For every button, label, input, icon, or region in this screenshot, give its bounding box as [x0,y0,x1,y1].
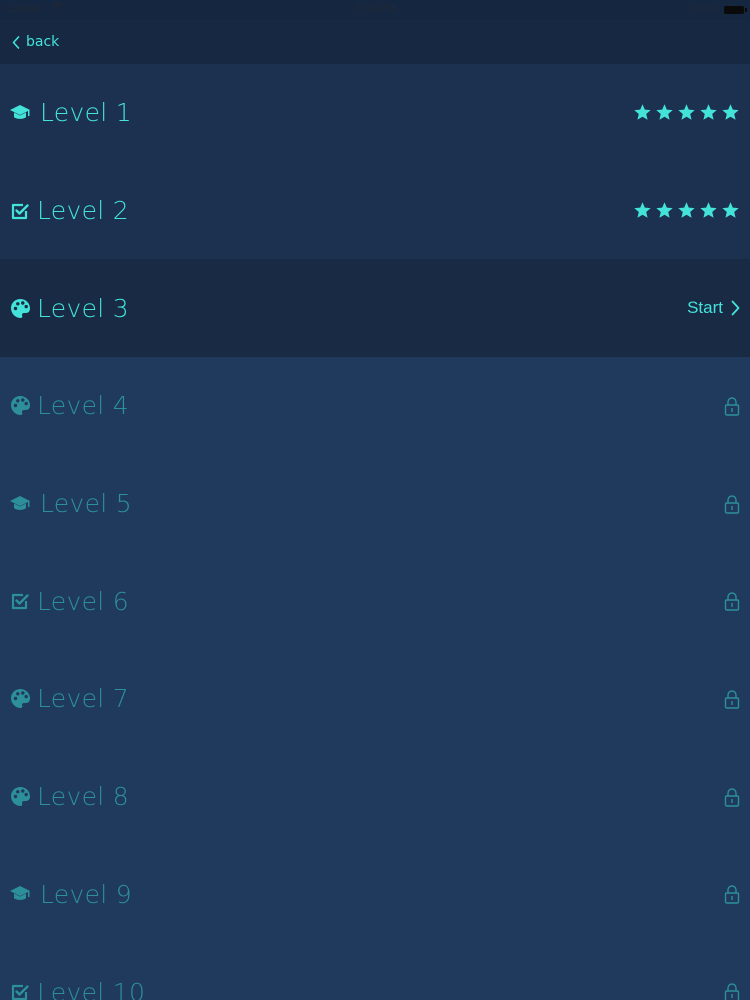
star-icon [633,103,652,122]
level-label: Level 6 [37,586,129,616]
level-label: Level 7 [37,684,129,714]
level-row: Level 4 [0,357,750,455]
star-icon [721,201,740,220]
star-icon [655,103,674,122]
checkbox-icon [9,200,31,222]
star-icon [699,201,718,220]
start-button[interactable]: Start [687,298,740,318]
lock-icon [724,396,740,416]
level-label: Level 3 [37,293,129,323]
star-icon [677,201,696,220]
status-bar: Carrier 7:09 PM 100% [0,0,750,20]
chevron-right-icon [723,300,740,316]
battery-icon [724,6,747,14]
level-label: Level 10 [37,977,146,1000]
star-icon [721,103,740,122]
star-icon [633,201,652,220]
navigation-bar: back [0,20,750,64]
level-select-screen: Carrier 7:09 PM 100% back Level 1 Level 2… [0,0,750,1000]
palette-icon [9,786,31,808]
level-label: Level 4 [37,391,129,421]
level-label: Level 8 [37,782,129,812]
checkbox-icon [9,590,31,612]
lock-icon [724,494,740,514]
back-button[interactable]: back [12,30,59,54]
palette-icon [9,297,31,319]
lock-icon [724,884,740,905]
lock-icon [724,982,740,1000]
graduation-cap-icon [9,493,31,515]
back-label: back [26,34,60,50]
level-label: Level 2 [37,196,129,226]
level-label: Level 1 [40,98,132,128]
level-row: Level 7 [0,650,750,748]
star-icon [655,201,674,220]
graduation-cap-icon [9,102,31,124]
level-row[interactable]: Level 3 Start [0,259,750,358]
level-label: Level 9 [40,879,132,909]
clock-label: 7:09 PM [354,3,396,15]
level-row[interactable]: Level 1 [0,64,750,162]
battery-percent-label: 100% [689,3,718,15]
lock-icon [724,591,740,611]
level-row: Level 10 [0,943,750,1000]
level-row: Level 6 [0,552,750,651]
graduation-cap-icon [9,883,31,905]
palette-icon [9,395,31,417]
chevron-left-icon [12,35,20,49]
star-icon [699,103,718,122]
lock-icon [724,689,740,709]
star-rating [633,103,740,122]
lock-icon [724,787,740,807]
level-label: Level 5 [40,489,132,519]
checkbox-icon [9,981,31,1000]
star-rating [633,201,740,220]
level-row[interactable]: Level 2 [0,161,750,260]
level-row: Level 9 [0,845,750,944]
level-row: Level 5 [0,454,750,553]
star-icon [677,103,696,122]
level-row: Level 8 [0,747,750,846]
palette-icon [9,688,31,710]
level-list: Level 1 Level 2 Level 3 Start Level 4 Level 5… [0,64,750,1000]
start-label: Start [687,298,723,318]
